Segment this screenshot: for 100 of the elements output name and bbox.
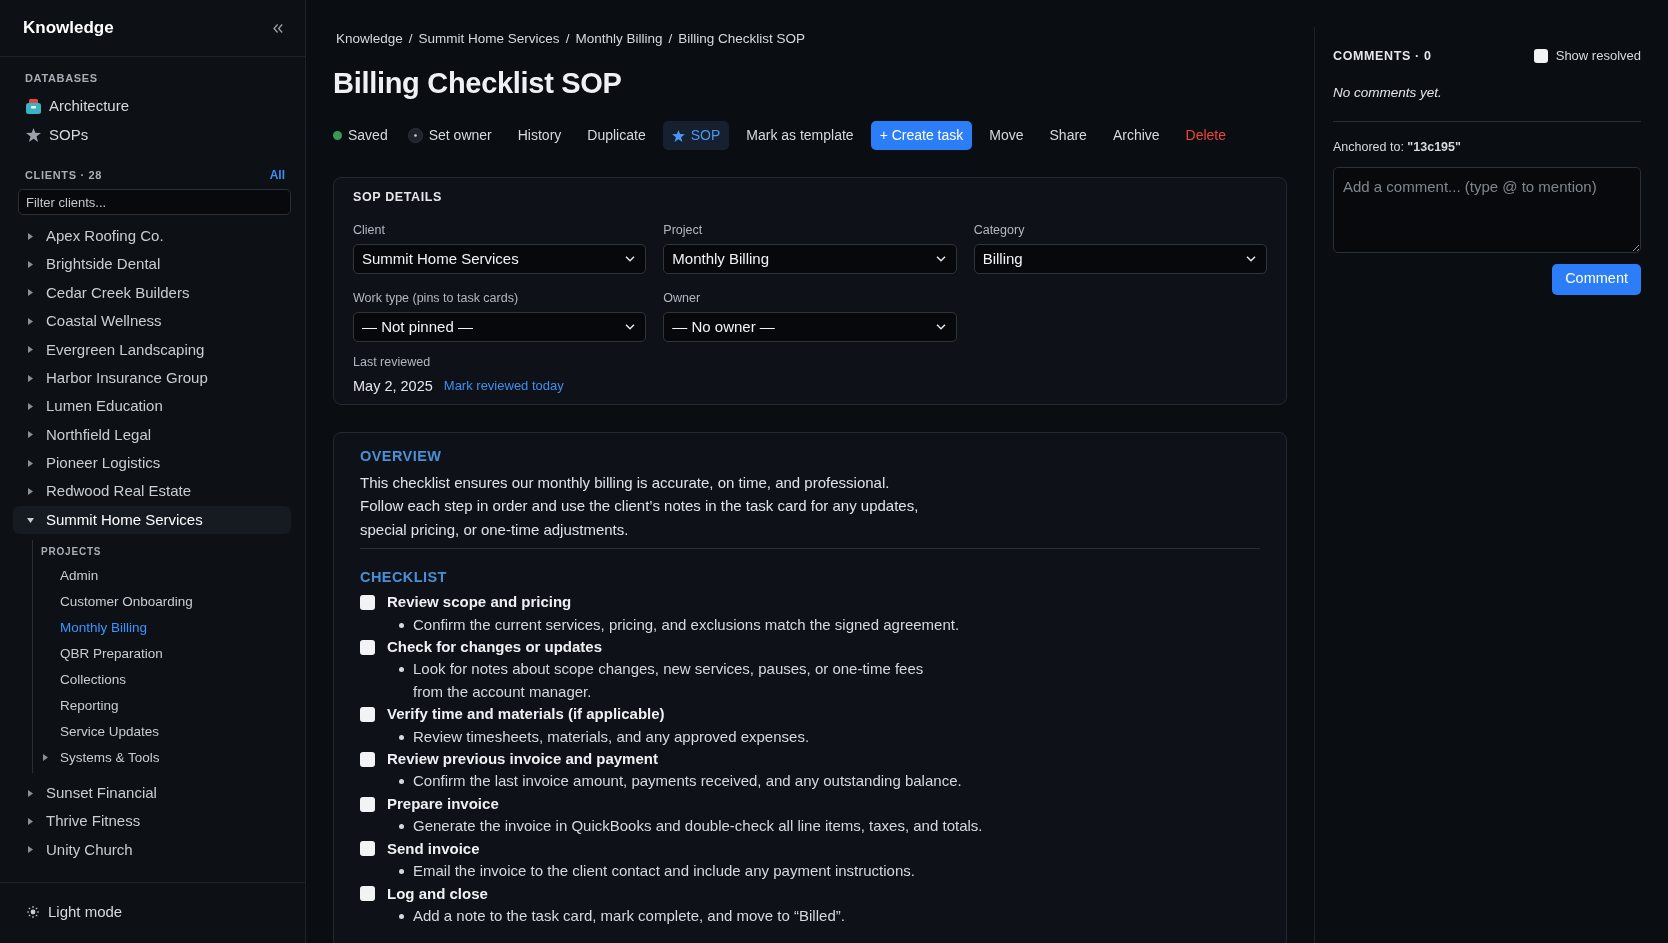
- client-item[interactable]: Evergreen Landscaping: [13, 335, 291, 364]
- breadcrumb-separator: /: [408, 30, 413, 48]
- sop-toggle-button[interactable]: SOP: [662, 121, 730, 150]
- toolbar-button[interactable]: Move: [980, 121, 1033, 150]
- breadcrumb-link[interactable]: Monthly Billing: [575, 30, 663, 48]
- client-item[interactable]: Redwood Real Estate: [13, 477, 291, 506]
- checklist-item-title: Send invoice: [387, 838, 480, 859]
- caret-right-icon[interactable]: [28, 374, 33, 382]
- field-label: Project: [663, 222, 704, 238]
- client-item[interactable]: Coastal Wellness: [13, 307, 291, 336]
- client-item[interactable]: Summit Home Services: [13, 505, 291, 535]
- toolbar-button[interactable]: Share: [1040, 121, 1096, 150]
- checkbox[interactable]: [360, 841, 375, 857]
- project-item[interactable]: Monthly Billing: [33, 614, 291, 641]
- project-item[interactable]: Service Updates: [33, 718, 291, 745]
- caret-right-icon[interactable]: [28, 289, 33, 297]
- bullet-icon: [399, 622, 404, 628]
- caret-right-icon[interactable]: [28, 789, 33, 797]
- overview-paragraph: This checklist ensures our monthly billing is accurate, on time, and professional. Follow each step in order and use the client’s notes in the task card for any updates, special pricing, or one-time adjustments.: [360, 473, 920, 540]
- checklist-item-title: Verify time and materials (if applicable): [387, 704, 665, 725]
- client-item[interactable]: Harbor Insurance Group: [13, 363, 291, 393]
- checkbox[interactable]: [360, 751, 375, 767]
- project-item[interactable]: QBR Preparation: [33, 640, 291, 667]
- caret-right-icon[interactable]: [28, 817, 33, 825]
- client-item[interactable]: Brightside Dental: [13, 250, 291, 279]
- circle-dot-icon: [407, 128, 423, 143]
- caret-down-icon[interactable]: [27, 517, 34, 523]
- client-item[interactable]: Sunset Financial: [13, 778, 291, 808]
- client-item[interactable]: Pioneer Logistics: [13, 449, 291, 478]
- project-item[interactable]: Customer Onboarding: [33, 588, 291, 615]
- client-item[interactable]: Unity Church: [13, 835, 291, 865]
- star-icon: [26, 127, 41, 142]
- caret-right-icon[interactable]: [28, 459, 33, 467]
- project-item[interactable]: Reporting: [33, 692, 291, 719]
- mark-reviewed-link[interactable]: Mark reviewed today: [443, 376, 564, 396]
- filter-input[interactable]: Filter clients...: [18, 189, 291, 215]
- create-task-button[interactable]: + Create task: [870, 121, 973, 150]
- caret-right-icon[interactable]: [28, 431, 33, 439]
- select-field[interactable]: Summit Home Services: [353, 244, 647, 274]
- section-heading: DATABASES: [25, 71, 99, 85]
- field-label: Owner: [663, 290, 702, 306]
- client-item[interactable]: Lumen Education: [13, 392, 291, 421]
- field-label: Client: [353, 222, 386, 238]
- database-link[interactable]: Architecture: [18, 92, 291, 121]
- checklist-item-note: Review timesheets, materials, and any approved expenses.: [413, 726, 810, 747]
- breadcrumb-link[interactable]: Knowledge: [336, 30, 403, 48]
- theme-toggle-button[interactable]: Light mode: [27, 900, 123, 924]
- caret-right-icon[interactable]: [28, 317, 33, 325]
- checklist-item-title: Log and close: [387, 883, 488, 904]
- project-item[interactable]: Systems & Tools: [33, 744, 291, 771]
- breadcrumb-link[interactable]: Summit Home Services: [418, 30, 560, 48]
- client-item[interactable]: Northfield Legal: [13, 420, 291, 450]
- client-item[interactable]: Thrive Fitness: [13, 807, 291, 836]
- checklist-item-note: Email the invoice to the client contact and include any payment instructions.: [413, 861, 915, 882]
- database-link[interactable]: SOPs: [18, 120, 291, 149]
- all-link[interactable]: All: [269, 168, 285, 182]
- select-field[interactable]: Monthly Billing: [663, 244, 957, 274]
- field-label: Category: [973, 222, 1026, 238]
- box-icon: [26, 98, 41, 114]
- caret-right-icon[interactable]: [28, 403, 33, 411]
- checkbox[interactable]: [360, 886, 375, 902]
- caret-right-icon[interactable]: [28, 488, 33, 496]
- set-owner-button[interactable]: Set owner: [398, 121, 501, 150]
- client-item[interactable]: Cedar Creek Builders: [13, 278, 291, 308]
- caret-right-icon[interactable]: [28, 261, 33, 269]
- delete-button[interactable]: Delete: [1176, 121, 1236, 150]
- chevron-down-icon: [935, 324, 946, 330]
- checklist-item-note: Add a note to the task card, mark complete, and move to “Billed”.: [413, 905, 845, 926]
- select-field[interactable]: — Not pinned —: [353, 312, 647, 342]
- select-field[interactable]: Billing: [973, 244, 1267, 274]
- checkbox[interactable]: [360, 796, 375, 812]
- checklist-item-title: Prepare invoice: [387, 793, 499, 814]
- panel-heading: COMMENTS · 0: [1333, 47, 1432, 64]
- section-heading: OVERVIEW: [360, 447, 443, 465]
- checkbox[interactable]: [360, 594, 375, 610]
- project-item[interactable]: Admin: [33, 562, 291, 589]
- toolbar-button[interactable]: Mark as template: [737, 121, 863, 150]
- card-heading: SOP DETAILS: [353, 189, 444, 205]
- comment-button[interactable]: Comment: [1552, 263, 1641, 295]
- caret-right-icon[interactable]: [42, 754, 48, 762]
- collapse-icon[interactable]: [273, 23, 283, 33]
- toolbar-button[interactable]: History: [508, 121, 571, 150]
- checklist-item-title: Review previous invoice and payment: [387, 749, 658, 770]
- star-icon: [671, 129, 685, 142]
- comment-field[interactable]: Add a comment... (type @ to mention): [1333, 166, 1641, 253]
- page-title: Billing Checklist SOP: [333, 66, 623, 101]
- checkbox[interactable]: [1533, 48, 1548, 63]
- checkbox[interactable]: [360, 706, 375, 722]
- chevron-down-icon: [625, 256, 636, 262]
- toolbar-button[interactable]: Duplicate: [578, 121, 655, 150]
- checklist-item-title: Check for changes or updates: [387, 637, 603, 658]
- project-item[interactable]: Collections: [33, 666, 291, 693]
- checkbox[interactable]: [360, 639, 375, 655]
- toolbar-button[interactable]: Archive: [1103, 121, 1169, 150]
- select-field[interactable]: — No owner —: [663, 312, 957, 342]
- caret-right-icon[interactable]: [28, 846, 33, 854]
- caret-right-icon[interactable]: [28, 346, 33, 354]
- anchor-text: Anchored to: "13c195": [1333, 138, 1462, 155]
- caret-right-icon[interactable]: [28, 232, 33, 240]
- client-item[interactable]: Apex Roofing Co.: [13, 222, 291, 251]
